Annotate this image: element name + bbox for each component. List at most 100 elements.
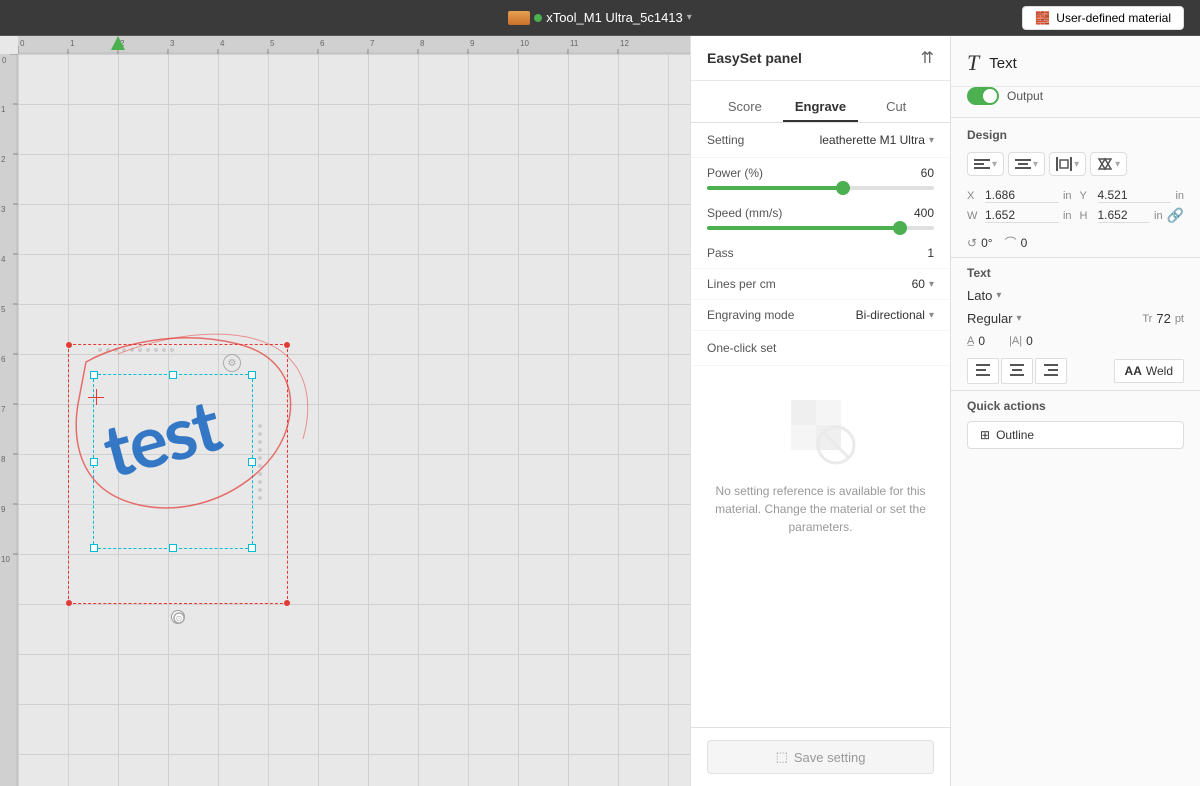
line-spacing-value[interactable]: 0 [1026,334,1033,348]
font-size-value[interactable]: 72 [1156,311,1170,326]
ruler-vertical: 0 1 2 3 4 5 6 7 8 9 10 [0,54,18,786]
font-name: Lato [967,288,992,303]
rotation-handle-bottom[interactable]: ⊙ [171,610,185,624]
no-reference-icon [781,390,861,470]
device-icon [508,11,530,25]
align-left-ctrl[interactable]: ▾ [967,152,1004,176]
flip-ctrl[interactable]: ▾ [1090,152,1127,176]
lines-label: Lines per cm [707,277,776,291]
save-setting-row: ⬚ Save setting [691,727,950,786]
x-unit: in [1063,190,1072,202]
easyset-tabs: Score Engrave Cut [691,81,950,123]
text-type-icon: T [967,50,979,76]
mode-dropdown-arrow: ▾ [929,310,934,321]
speed-slider-track[interactable] [707,226,934,230]
svg-text:6: 6 [1,355,6,364]
output-toggle[interactable] [967,87,999,105]
sel-handle-br[interactable] [248,544,256,552]
y-label: Y [1080,190,1094,202]
pass-row: Pass 1 [691,238,950,269]
sel-handle-bm[interactable] [169,544,177,552]
font-style: Regular [967,311,1013,326]
align-center-ctrl[interactable]: ▾ [1008,152,1045,176]
sel-handle-ml[interactable] [90,458,98,466]
rotation-value[interactable]: 0° [981,236,992,250]
w-value[interactable]: 1.652 [985,208,1059,223]
lines-value-container[interactable]: 60 ▾ [912,277,934,291]
svg-text:5: 5 [1,305,6,314]
sel-handle-mr[interactable] [248,458,256,466]
save-setting-button[interactable]: ⬚ Save setting [707,740,934,774]
tab-score[interactable]: Score [707,93,783,122]
toggle-thumb [983,89,997,103]
speed-value: 400 [914,206,934,220]
lines-dropdown-arrow: ▾ [929,279,934,290]
x-value[interactable]: 1.686 [985,188,1059,203]
lock-aspect-icon[interactable]: 🔗 [1167,207,1184,224]
sel-handle-tl[interactable] [90,371,98,379]
align-ctrl-arrow-1: ▾ [992,159,997,170]
tab-cut[interactable]: Cut [858,93,934,122]
output-label: Output [1007,89,1043,103]
settings-handle-icon[interactable]: ⚙ [223,354,241,372]
canvas-content[interactable]: ⚙ [18,54,690,786]
font-dropdown-arrow: ▾ [996,290,1001,301]
w-label: W [967,210,981,222]
h-value[interactable]: 1.652 [1098,208,1151,223]
corner-value[interactable]: 0 [1021,236,1028,250]
design-object[interactable]: ⚙ [68,344,288,604]
svg-text:4: 4 [220,39,225,48]
sel-handle-bl[interactable] [90,544,98,552]
font-style-container[interactable]: Regular ▾ [967,311,1022,326]
canvas-area[interactable]: 0 1 2 3 4 5 6 7 8 9 10 [0,36,690,786]
tab-engrave[interactable]: Engrave [783,93,859,122]
right-panel: T Text Output Design ▾ ▾ ▾ [950,36,1200,786]
setting-value-text: leatherette M1 Ultra [820,133,925,147]
weld-label: Weld [1146,364,1173,378]
power-slider-thumb[interactable] [836,181,850,195]
user-material-button[interactable]: 🧱 User-defined material [1022,6,1184,30]
font-name-container[interactable]: Lato ▾ [967,288,1001,303]
speed-slider-thumb[interactable] [893,221,907,235]
mode-value-container[interactable]: Bi-directional ▾ [856,308,934,322]
sel-handle-tm[interactable] [169,371,177,379]
design-section-label: Design [951,118,1200,148]
rotation-row: ↺ 0° ⌒ 0 [951,228,1200,257]
svg-text:12: 12 [620,39,629,48]
align-ctrl-arrow-3: ▾ [1074,159,1079,170]
connection-status-dot [534,14,542,22]
svg-text:7: 7 [370,39,375,48]
svg-text:9: 9 [1,505,6,514]
text-align-center-button[interactable] [1001,358,1033,384]
line-spacing-item: |A| 0 [1009,334,1033,348]
save-label: Save setting [794,750,866,765]
outline-icon: ⊞ [980,428,990,442]
svg-text:2: 2 [1,155,6,164]
char-spacing-value[interactable]: 0 [978,334,985,348]
text-align-right-button[interactable] [1035,358,1067,384]
easyset-panel: EasySet panel ⇈ Score Engrave Cut Settin… [690,36,950,786]
device-selector[interactable]: xTool_M1 Ultra_5c1413 ▾ [508,10,692,25]
y-field: Y 4.521 in [1080,188,1185,203]
easyset-menu-icon[interactable]: ⇈ [921,48,934,68]
y-value[interactable]: 4.521 [1098,188,1172,203]
rotation-field: ↺ 0° [967,236,993,250]
easyset-header: EasySet panel ⇈ [691,36,950,81]
svg-text:11: 11 [570,39,579,48]
power-slider-fill [707,186,843,190]
text-align-left-button[interactable] [967,358,999,384]
sel-handle-tr[interactable] [248,371,256,379]
power-slider-track[interactable] [707,186,934,190]
weld-button[interactable]: AA Weld [1114,359,1184,383]
line-spacing-icon: |A| [1009,335,1022,347]
outline-button[interactable]: ⊞ Outline [967,421,1184,449]
easyset-title: EasySet panel [707,50,802,66]
main-layout: 0 1 2 3 4 5 6 7 8 9 10 [0,36,1200,786]
design-align-controls: ▾ ▾ ▾ ▾ [951,148,1200,184]
corner-handle-tl [66,342,72,348]
quick-actions-label: Quick actions [951,391,1200,417]
setting-value-container[interactable]: leatherette M1 Ultra ▾ [820,133,934,147]
ruler-horizontal: 0 1 2 3 4 5 6 7 8 9 10 [18,36,690,54]
distribute-ctrl[interactable]: ▾ [1049,152,1086,176]
font-size-label: Tr [1142,313,1152,325]
